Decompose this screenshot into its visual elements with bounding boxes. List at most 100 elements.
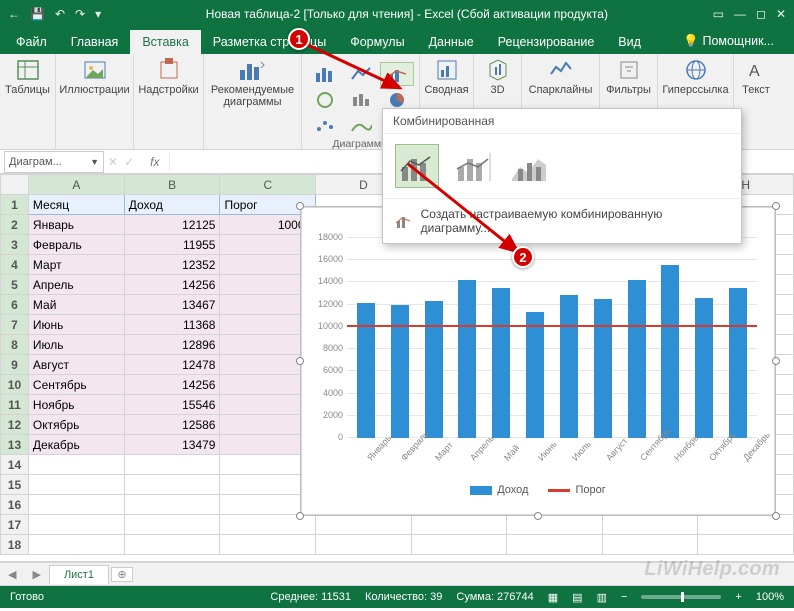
combo-option-3[interactable]: [507, 144, 551, 188]
chevron-down-icon[interactable]: ▼: [90, 157, 99, 167]
cell: 13479: [124, 435, 220, 455]
add-sheet-button[interactable]: ⊕: [111, 567, 133, 582]
resize-handle[interactable]: [296, 512, 304, 520]
resize-handle[interactable]: [296, 202, 304, 210]
cell: 12352: [124, 255, 220, 275]
cell: 14256: [124, 375, 220, 395]
cell: Январь: [28, 215, 124, 235]
chart-bar[interactable]: [526, 312, 544, 438]
close-icon[interactable]: ✕: [774, 5, 788, 23]
create-custom-combo-link[interactable]: Создать настраиваемую комбинированную ди…: [383, 198, 741, 243]
view-normal-icon[interactable]: ▦: [548, 591, 558, 604]
cell: Ноябрь: [28, 395, 124, 415]
chart-plot-area[interactable]: 0200040006000800010000120001400016000180…: [347, 238, 757, 438]
ribbon-opts-icon[interactable]: ▭: [711, 5, 726, 23]
filters-button[interactable]: Фильтры: [606, 58, 651, 96]
chart-bar[interactable]: [661, 265, 679, 438]
status-avg: Среднее: 11531: [270, 591, 351, 603]
select-all-corner[interactable]: [1, 175, 29, 195]
pivot-chart-button[interactable]: Сводная: [424, 58, 468, 96]
resize-handle[interactable]: [296, 357, 304, 365]
chart-combo-icon[interactable]: [380, 62, 414, 86]
sparklines-button[interactable]: Спарклайны: [529, 58, 593, 96]
resize-handle[interactable]: [534, 512, 542, 520]
cell: Сентябрь: [28, 375, 124, 395]
cell: 14256: [124, 275, 220, 295]
cell: 12478: [124, 355, 220, 375]
chart-line-icon[interactable]: [344, 62, 378, 86]
zoom-in-icon[interactable]: +: [735, 591, 741, 603]
3d-map-button[interactable]: 3D: [483, 58, 513, 96]
chart-x-axis: ЯнварьФевральМартАпрельМайИюньИюльАвгуст…: [347, 440, 757, 450]
cell: Декабрь: [28, 435, 124, 455]
tab-help[interactable]: 💡 Помощник...: [671, 29, 786, 54]
text-button[interactable]: AТекст: [741, 58, 771, 96]
chart-hierarchy-icon[interactable]: [308, 88, 342, 112]
chart-bar[interactable]: [357, 303, 375, 438]
col-header[interactable]: A: [28, 175, 124, 195]
tab-view[interactable]: Вид: [606, 30, 653, 54]
custom-combo-icon: [395, 213, 413, 229]
view-layout-icon[interactable]: ▤: [572, 591, 582, 604]
addins-button[interactable]: Надстройки: [138, 58, 198, 96]
chart-bar[interactable]: [628, 280, 646, 438]
resize-handle[interactable]: [772, 357, 780, 365]
resize-handle[interactable]: [772, 202, 780, 210]
svg-text:A: A: [749, 63, 760, 80]
save-icon[interactable]: 💾: [28, 5, 47, 23]
tab-home[interactable]: Главная: [59, 30, 131, 54]
combo-option-1[interactable]: [395, 144, 439, 188]
chart-scatter-icon[interactable]: [308, 114, 342, 138]
redo-icon[interactable]: ↷: [73, 5, 87, 23]
cell: Октябрь: [28, 415, 124, 435]
back-icon[interactable]: ←: [6, 5, 22, 23]
zoom-slider[interactable]: [641, 595, 721, 599]
undo-icon[interactable]: ↶: [53, 5, 67, 23]
status-sum: Сумма: 276744: [456, 591, 533, 603]
illustrations-button[interactable]: Иллюстрации: [59, 58, 129, 96]
zoom-level[interactable]: 100%: [756, 591, 784, 603]
qat-more-icon[interactable]: ▾: [93, 5, 103, 23]
minimize-icon[interactable]: —: [732, 5, 748, 23]
maximize-icon[interactable]: ◻: [754, 5, 768, 23]
chart-bar[interactable]: [458, 280, 476, 438]
chart-statistic-icon[interactable]: [344, 88, 378, 112]
fx-label[interactable]: fx: [140, 155, 169, 169]
hyperlink-button[interactable]: Гиперссылка: [662, 58, 728, 96]
chart-surface-icon[interactable]: [344, 114, 378, 138]
sheet-nav-prev[interactable]: ◀: [0, 568, 24, 581]
chart-bar[interactable]: [425, 301, 443, 438]
cell: Июль: [28, 335, 124, 355]
tab-data[interactable]: Данные: [417, 30, 486, 54]
tab-formulas[interactable]: Формулы: [338, 30, 416, 54]
resize-handle[interactable]: [772, 512, 780, 520]
cell: Май: [28, 295, 124, 315]
chart-legend: Доход Порог: [301, 484, 775, 496]
sheet-nav-next[interactable]: ▶: [24, 568, 48, 581]
tab-review[interactable]: Рецензирование: [486, 30, 607, 54]
chart-bar[interactable]: [695, 298, 713, 438]
chart-bar[interactable]: [560, 295, 578, 438]
cell: 12586: [124, 415, 220, 435]
recommended-charts-button[interactable]: Рекомендуемые диаграммы: [211, 58, 294, 108]
embedded-chart[interactable]: Название диаграммы 020004000600080001000…: [300, 206, 776, 516]
combo-option-2[interactable]: [451, 144, 495, 188]
name-box[interactable]: Диаграм...▼: [4, 151, 104, 173]
tab-layout[interactable]: Разметка страницы: [201, 30, 338, 54]
tab-file[interactable]: Файл: [4, 30, 59, 54]
combo-chart-dropdown: Комбинированная Создать настраиваемую ко…: [382, 108, 742, 244]
col-header[interactable]: C: [220, 175, 316, 195]
sheet-tab[interactable]: Лист1: [49, 565, 109, 584]
cell: Месяц: [28, 195, 124, 215]
col-header[interactable]: B: [124, 175, 220, 195]
tab-insert[interactable]: Вставка: [130, 30, 200, 54]
chart-column-icon[interactable]: [308, 62, 342, 86]
view-pagebreak-icon[interactable]: ▥: [597, 591, 607, 604]
chart-bar[interactable]: [594, 299, 612, 438]
chart-bar[interactable]: [729, 288, 747, 438]
tables-button[interactable]: Таблицы: [5, 58, 50, 96]
status-count: Количество: 39: [365, 591, 442, 603]
chart-bar[interactable]: [492, 288, 510, 438]
cell: 12125: [124, 215, 220, 235]
zoom-out-icon[interactable]: −: [621, 591, 627, 603]
